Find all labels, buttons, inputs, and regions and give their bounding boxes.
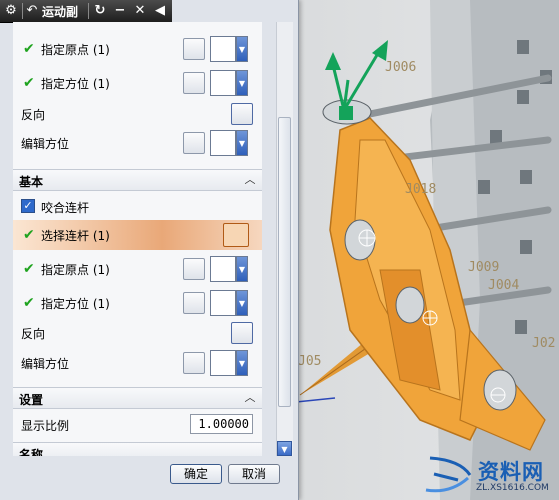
vector-dropdown-icon[interactable]: ▼ bbox=[236, 70, 248, 96]
minimize-button[interactable]: − bbox=[112, 2, 128, 20]
base-edit-orient-row: 编辑方位 ▼ bbox=[13, 348, 262, 378]
joint-app-icon: ⚙ bbox=[5, 3, 17, 18]
check-icon: ✔ bbox=[23, 295, 35, 311]
engage-link-row: ✓ 咬合连杆 bbox=[13, 192, 262, 222]
joint-label: J009 bbox=[468, 260, 500, 275]
vector-label: 指定方位 (1) bbox=[41, 77, 110, 91]
base-vector-row: ✔ 指定方位 (1) ▼ bbox=[13, 288, 262, 318]
base-reverse-label: 反向 bbox=[21, 327, 46, 341]
vector-dropdown-icon[interactable]: ▼ bbox=[236, 290, 248, 316]
point-inference-icon[interactable] bbox=[210, 36, 236, 62]
vector-inference-icon[interactable] bbox=[210, 290, 236, 316]
base-edit-orient-label: 编辑方位 bbox=[21, 357, 70, 371]
base-origin-label: 指定原点 (1) bbox=[41, 263, 110, 277]
dialog-button-bar: 确定 取消 bbox=[0, 456, 298, 500]
watermark-brand: 资料网 bbox=[478, 460, 544, 484]
dialog-titlebar[interactable]: ⚙ ↶ 运动副 ↻ − ✕ ◀ bbox=[0, 0, 172, 23]
base-vector-label: 指定方位 (1) bbox=[41, 297, 110, 311]
watermark-url: ZL.XS1616.COM bbox=[476, 483, 549, 493]
vector-dialog-button[interactable] bbox=[183, 292, 205, 314]
origin-label: 指定原点 (1) bbox=[41, 43, 110, 57]
scrollbar-thumb[interactable] bbox=[278, 117, 291, 407]
engage-link-label: 咬合连杆 bbox=[41, 201, 90, 215]
select-link-label: 选择连杆 (1) bbox=[41, 229, 110, 243]
base-reverse-row: 反向 bbox=[13, 318, 262, 348]
point-dropdown-icon[interactable]: ▼ bbox=[236, 36, 248, 62]
point-dialog-button[interactable] bbox=[183, 258, 205, 280]
edit-orient-label: 编辑方位 bbox=[21, 137, 70, 151]
joint-label: J05 bbox=[298, 354, 322, 369]
point-dropdown-icon[interactable]: ▼ bbox=[236, 256, 248, 282]
dialog-title: 运动副 bbox=[42, 5, 79, 19]
collapse-icon[interactable]: ︿ bbox=[242, 171, 258, 189]
settings-section-header[interactable]: 设置 ︿ bbox=[13, 387, 262, 409]
watermark-logo-icon bbox=[425, 456, 472, 493]
engage-link-checkbox[interactable]: ✓ bbox=[21, 199, 35, 213]
name-section-title: 名称 bbox=[19, 448, 44, 456]
select-link-pencil-icon[interactable] bbox=[223, 223, 249, 247]
csys-dialog-button[interactable] bbox=[183, 352, 205, 374]
ok-button[interactable]: 确定 bbox=[170, 464, 222, 484]
settings-section-title: 设置 bbox=[19, 393, 44, 407]
csys-dropdown-icon[interactable]: ▼ bbox=[236, 350, 248, 376]
reset-icon[interactable]: ↶ bbox=[23, 2, 41, 20]
reverse-direction-button[interactable] bbox=[231, 103, 253, 125]
check-icon: ✔ bbox=[23, 261, 35, 277]
reverse-row: 反向 bbox=[13, 99, 262, 129]
joint-label: J018 bbox=[405, 182, 437, 197]
watermark: 资料网 ZL.XS1616.COM bbox=[420, 450, 559, 500]
close-button[interactable]: ✕ bbox=[132, 2, 148, 20]
vector-row: ✔ 指定方位 (1) ▼ bbox=[13, 68, 262, 98]
scroll-down-icon[interactable]: ▼ bbox=[277, 441, 292, 456]
edit-orient-row: 编辑方位 ▼ bbox=[13, 128, 262, 158]
csys-icon[interactable] bbox=[210, 130, 236, 156]
joint-label: J004 bbox=[488, 278, 520, 293]
scale-row: 显示比例 1.00000 bbox=[13, 410, 262, 440]
scale-input[interactable]: 1.00000 bbox=[190, 414, 253, 434]
base-origin-row: ✔ 指定原点 (1) ▼ bbox=[13, 254, 262, 284]
joint-label: J02 bbox=[532, 336, 556, 351]
joint-label: J006 bbox=[385, 60, 417, 75]
vector-inference-icon[interactable] bbox=[210, 70, 236, 96]
cancel-button[interactable]: 取消 bbox=[228, 464, 280, 484]
csys-dialog-button[interactable] bbox=[183, 132, 205, 154]
tab-arrow-icon[interactable]: ◀ bbox=[152, 2, 168, 20]
base-section-header[interactable]: 基本 ︿ bbox=[13, 169, 262, 191]
collapse-icon[interactable]: ︿ bbox=[242, 389, 258, 407]
point-inference-icon[interactable] bbox=[210, 256, 236, 282]
base-section-title: 基本 bbox=[19, 175, 44, 189]
select-link-row[interactable]: ✔ 选择连杆 (1) bbox=[13, 220, 262, 250]
check-icon: ✔ bbox=[23, 41, 35, 57]
name-section-header[interactable]: 名称 bbox=[13, 442, 262, 456]
dialog-content: ✔ 指定原点 (1) ▼ ✔ 指定方位 (1) ▼ 反向 编辑方位 ▼ 基本 ︿ bbox=[13, 22, 262, 456]
csys-icon[interactable] bbox=[210, 350, 236, 376]
scale-label: 显示比例 bbox=[21, 419, 70, 433]
check-icon: ✔ bbox=[23, 227, 35, 243]
point-dialog-button[interactable] bbox=[183, 38, 205, 60]
check-icon: ✔ bbox=[23, 75, 35, 91]
reverse-direction-button[interactable] bbox=[231, 322, 253, 344]
reset-button[interactable]: ↻ bbox=[92, 2, 108, 20]
motion-joint-dialog: ⚙ ↶ 运动副 ↻ − ✕ ◀ ✔ 指定原点 (1) ▼ ✔ 指定方位 (1) … bbox=[0, 0, 299, 500]
vector-dialog-button[interactable] bbox=[183, 72, 205, 94]
dialog-scrollbar[interactable]: ▼ bbox=[276, 22, 293, 456]
csys-dropdown-icon[interactable]: ▼ bbox=[236, 130, 248, 156]
origin-row: ✔ 指定原点 (1) ▼ bbox=[13, 34, 262, 64]
reverse-label: 反向 bbox=[21, 108, 46, 122]
